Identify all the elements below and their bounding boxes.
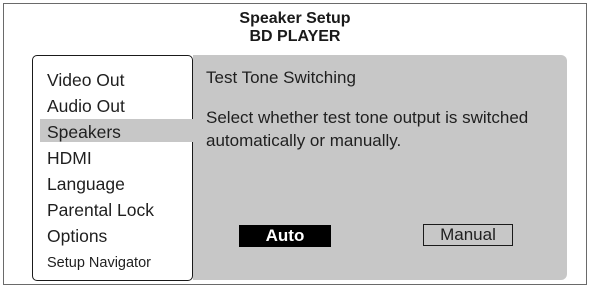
menu-item-options[interactable]: Options xyxy=(47,226,107,246)
menu-item-parental-lock[interactable]: Parental Lock xyxy=(47,200,154,220)
menu-item-hdmi[interactable]: HDMI xyxy=(47,148,92,168)
manual-option-button[interactable]: Manual xyxy=(423,224,513,246)
header: Speaker Setup BD PLAYER xyxy=(0,10,590,46)
menu-item-speakers[interactable]: Speakers xyxy=(47,122,121,142)
page-title: Speaker Setup xyxy=(239,10,351,27)
page-subtitle: BD PLAYER xyxy=(249,28,341,45)
menu-item-audio-out[interactable]: Audio Out xyxy=(47,96,125,116)
setting-heading: Test Tone Switching xyxy=(206,68,356,87)
menu-item-video-out[interactable]: Video Out xyxy=(47,70,125,90)
auto-option-button[interactable]: Auto xyxy=(239,225,331,247)
menu-item-language[interactable]: Language xyxy=(47,174,125,194)
menu-item-setup-navigator[interactable]: Setup Navigator xyxy=(47,253,151,273)
setting-description: Select whether test tone output is switc… xyxy=(206,108,529,150)
